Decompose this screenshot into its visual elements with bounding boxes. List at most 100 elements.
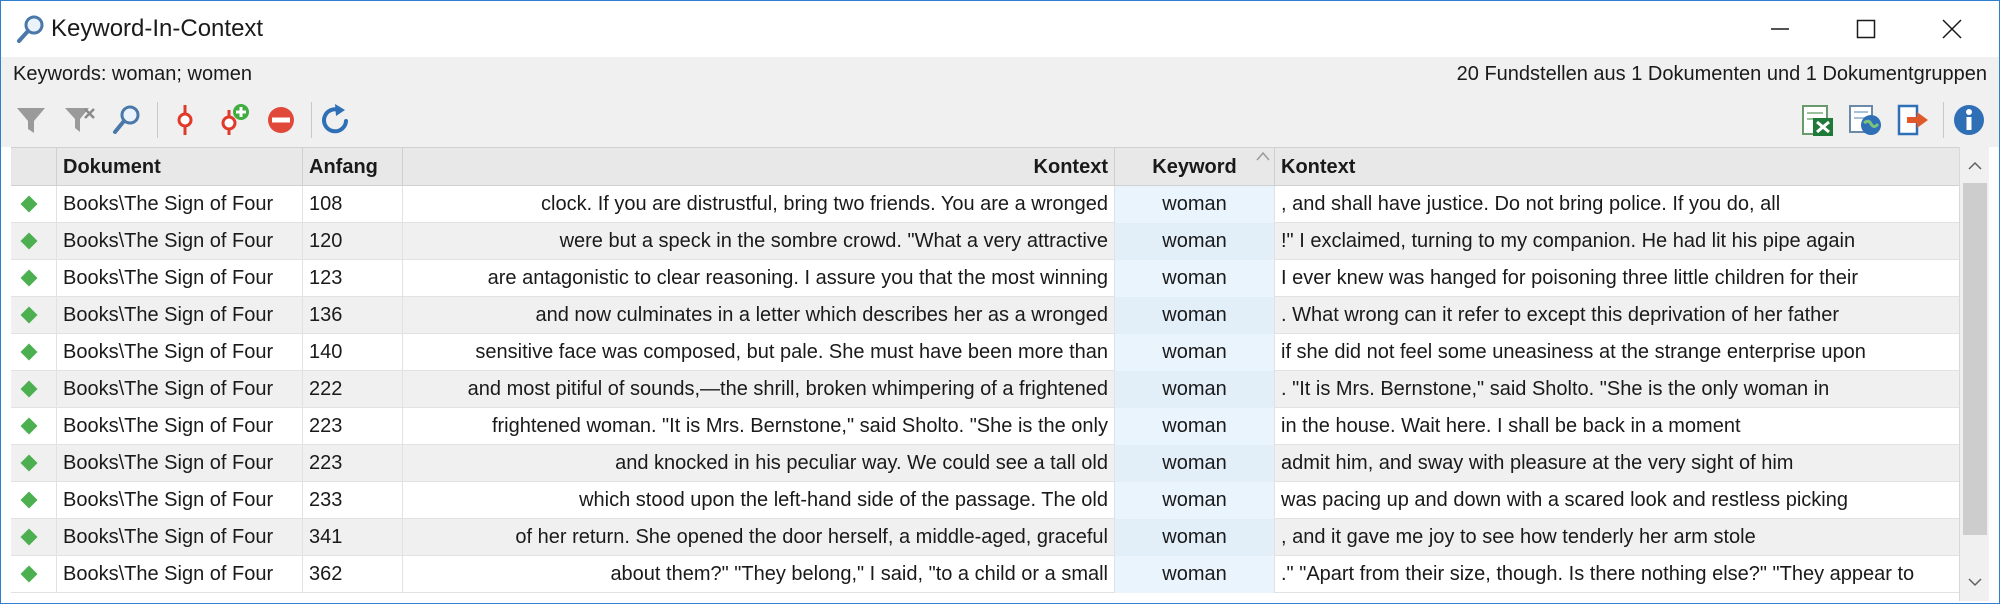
cell-anfang: 233	[303, 482, 403, 519]
diamond-icon	[20, 232, 38, 250]
table-row[interactable]: Books\The Sign of Four 222 and most pitifu…	[11, 371, 1959, 408]
cell-kontext-left: and knocked in his peculiar way. We coul…	[403, 445, 1115, 482]
search-icon	[113, 105, 140, 134]
scroll-up-button[interactable]	[1960, 151, 1990, 181]
cell-kontext-right: , and shall have justice. Do not bring p…	[1281, 193, 1781, 215]
cell-kontext-right: I ever knew was hanged for poisoning thr…	[1281, 267, 1858, 289]
row-marker	[11, 408, 57, 445]
clear-filter-button[interactable]	[57, 98, 101, 142]
header-keyword-label: Keyword	[1152, 156, 1237, 178]
cell-kontext-left: frightened woman. "It is Mrs. Bernstone,…	[403, 408, 1115, 445]
cell-keyword: woman	[1115, 408, 1275, 445]
cell-dokument: Books\The Sign of Four	[57, 186, 303, 223]
cell-kontext-right: was pacing up and down with a scared loo…	[1281, 489, 1848, 511]
chevron-down-icon	[1968, 578, 1982, 587]
chevron-up-icon	[1968, 161, 1982, 170]
pin-add-button[interactable]	[211, 98, 255, 142]
minimize-button[interactable]	[1737, 1, 1823, 57]
close-button[interactable]	[1909, 1, 1995, 57]
cell-kontext-left: sensitive face was composed, but pale. S…	[403, 334, 1115, 371]
cell-kontext-right: , and it gave me joy to see how tenderly…	[1281, 526, 1756, 548]
diamond-icon	[20, 565, 38, 583]
cell-dokument: Books\The Sign of Four	[57, 334, 303, 371]
row-marker	[11, 371, 57, 408]
header-anfang[interactable]: Anfang	[303, 148, 403, 186]
scrollbar-thumb[interactable]	[1963, 183, 1987, 535]
filter-button[interactable]	[9, 98, 53, 142]
row-marker	[11, 445, 57, 482]
diamond-icon	[20, 454, 38, 472]
header-keyword[interactable]: Keyword	[1115, 148, 1275, 186]
web-export-icon	[1849, 105, 1881, 135]
cell-kontext-right: if she did not feel some uneasiness at t…	[1281, 341, 1866, 363]
vertical-scrollbar[interactable]	[1959, 147, 1989, 601]
cell-kontext-left: were but a speck in the sombre crowd. "W…	[403, 223, 1115, 260]
diamond-icon	[20, 417, 38, 435]
diamond-icon	[20, 528, 38, 546]
results-summary: 20 Fundstellen aus 1 Dokumenten und 1 Do…	[1456, 63, 1987, 85]
kwic-window: Keyword-In-Context Keywords: woman; wome…	[0, 0, 2000, 604]
sort-ascending-icon	[1256, 151, 1270, 161]
info-bar: Keywords: woman; women 20 Fundstellen au…	[1, 57, 1999, 93]
scroll-down-button[interactable]	[1960, 567, 1990, 597]
cell-keyword: woman	[1115, 297, 1275, 334]
cell-kontext-left: about them?" "They belong," I said, "to …	[403, 556, 1115, 593]
cell-dokument: Books\The Sign of Four	[57, 445, 303, 482]
table-row[interactable]: Books\The Sign of Four 223 and knocked in …	[11, 445, 1959, 482]
cell-dokument: Books\The Sign of Four	[57, 519, 303, 556]
cell-kontext-left: clock. If you are distrustful, bring two…	[403, 186, 1115, 223]
table-row[interactable]: Books\The Sign of Four 120 were but a spec…	[11, 223, 1959, 260]
search-button[interactable]	[105, 98, 149, 142]
remove-button[interactable]	[259, 98, 303, 142]
refresh-button[interactable]	[313, 98, 357, 142]
excel-export-button[interactable]	[1795, 98, 1839, 142]
filter-icon	[17, 108, 45, 133]
diamond-icon	[20, 343, 38, 361]
header-dokument[interactable]: Dokument	[57, 148, 303, 186]
close-icon	[1942, 19, 1962, 39]
export-icon	[1897, 104, 1928, 136]
keywords-label: Keywords: woman; women	[13, 63, 252, 85]
table-row[interactable]: Books\The Sign of Four 362 about them?" "T…	[11, 556, 1959, 593]
header-kontext-left[interactable]: Kontext	[403, 148, 1115, 186]
cell-keyword: woman	[1115, 519, 1275, 556]
table-row[interactable]: Books\The Sign of Four 233 which stood upo…	[11, 482, 1959, 519]
diamond-icon	[20, 491, 38, 509]
cell-dokument: Books\The Sign of Four	[57, 260, 303, 297]
cell-keyword: woman	[1115, 223, 1275, 260]
table-body: Books\The Sign of Four 108 clock. If you a…	[11, 186, 1959, 602]
export-button[interactable]	[1891, 98, 1935, 142]
header-kontext-right[interactable]: Kontext	[1275, 148, 1959, 186]
info-button[interactable]	[1947, 98, 1991, 142]
pin-icon	[177, 105, 193, 135]
row-marker	[11, 519, 57, 556]
header-marker	[11, 148, 57, 186]
table-row[interactable]: Books\The Sign of Four 341 of her return. …	[11, 519, 1959, 556]
web-export-button[interactable]	[1843, 98, 1887, 142]
cell-kontext-right: !" I exclaimed, turning to my companion.…	[1281, 230, 1856, 252]
cell-kontext-right: in the house. Wait here. I shall be back…	[1281, 415, 1741, 437]
kwic-table: Dokument Anfang Kontext Keyword Kontext …	[11, 147, 1959, 601]
cell-keyword: woman	[1115, 445, 1275, 482]
pin-button[interactable]	[163, 98, 207, 142]
table-row[interactable]: Books\The Sign of Four 223 frightened woma…	[11, 408, 1959, 445]
toolbar-separator	[157, 102, 158, 138]
table-row[interactable]: Books\The Sign of Four 136 and now culmina…	[11, 297, 1959, 334]
info-icon	[1954, 105, 1984, 135]
maximize-icon	[1856, 19, 1876, 39]
cell-dokument: Books\The Sign of Four	[57, 371, 303, 408]
cell-kontext-left: are antagonistic to clear reasoning. I a…	[403, 260, 1115, 297]
table-row[interactable]: Books\The Sign of Four 123 are antagonisti…	[11, 260, 1959, 297]
table-row[interactable]: Books\The Sign of Four 140 sensitive face …	[11, 334, 1959, 371]
maximize-button[interactable]	[1823, 1, 1909, 57]
magnifier-icon	[15, 13, 47, 45]
cell-anfang: 362	[303, 556, 403, 593]
cell-keyword: woman	[1115, 371, 1275, 408]
row-marker	[11, 186, 57, 223]
cell-keyword: woman	[1115, 556, 1275, 593]
cell-kontext-left: of her return. She opened the door herse…	[403, 519, 1115, 556]
minimize-icon	[1771, 28, 1789, 30]
cell-anfang: 140	[303, 334, 403, 371]
diamond-icon	[20, 195, 38, 213]
table-row[interactable]: Books\The Sign of Four 108 clock. If you a…	[11, 186, 1959, 223]
